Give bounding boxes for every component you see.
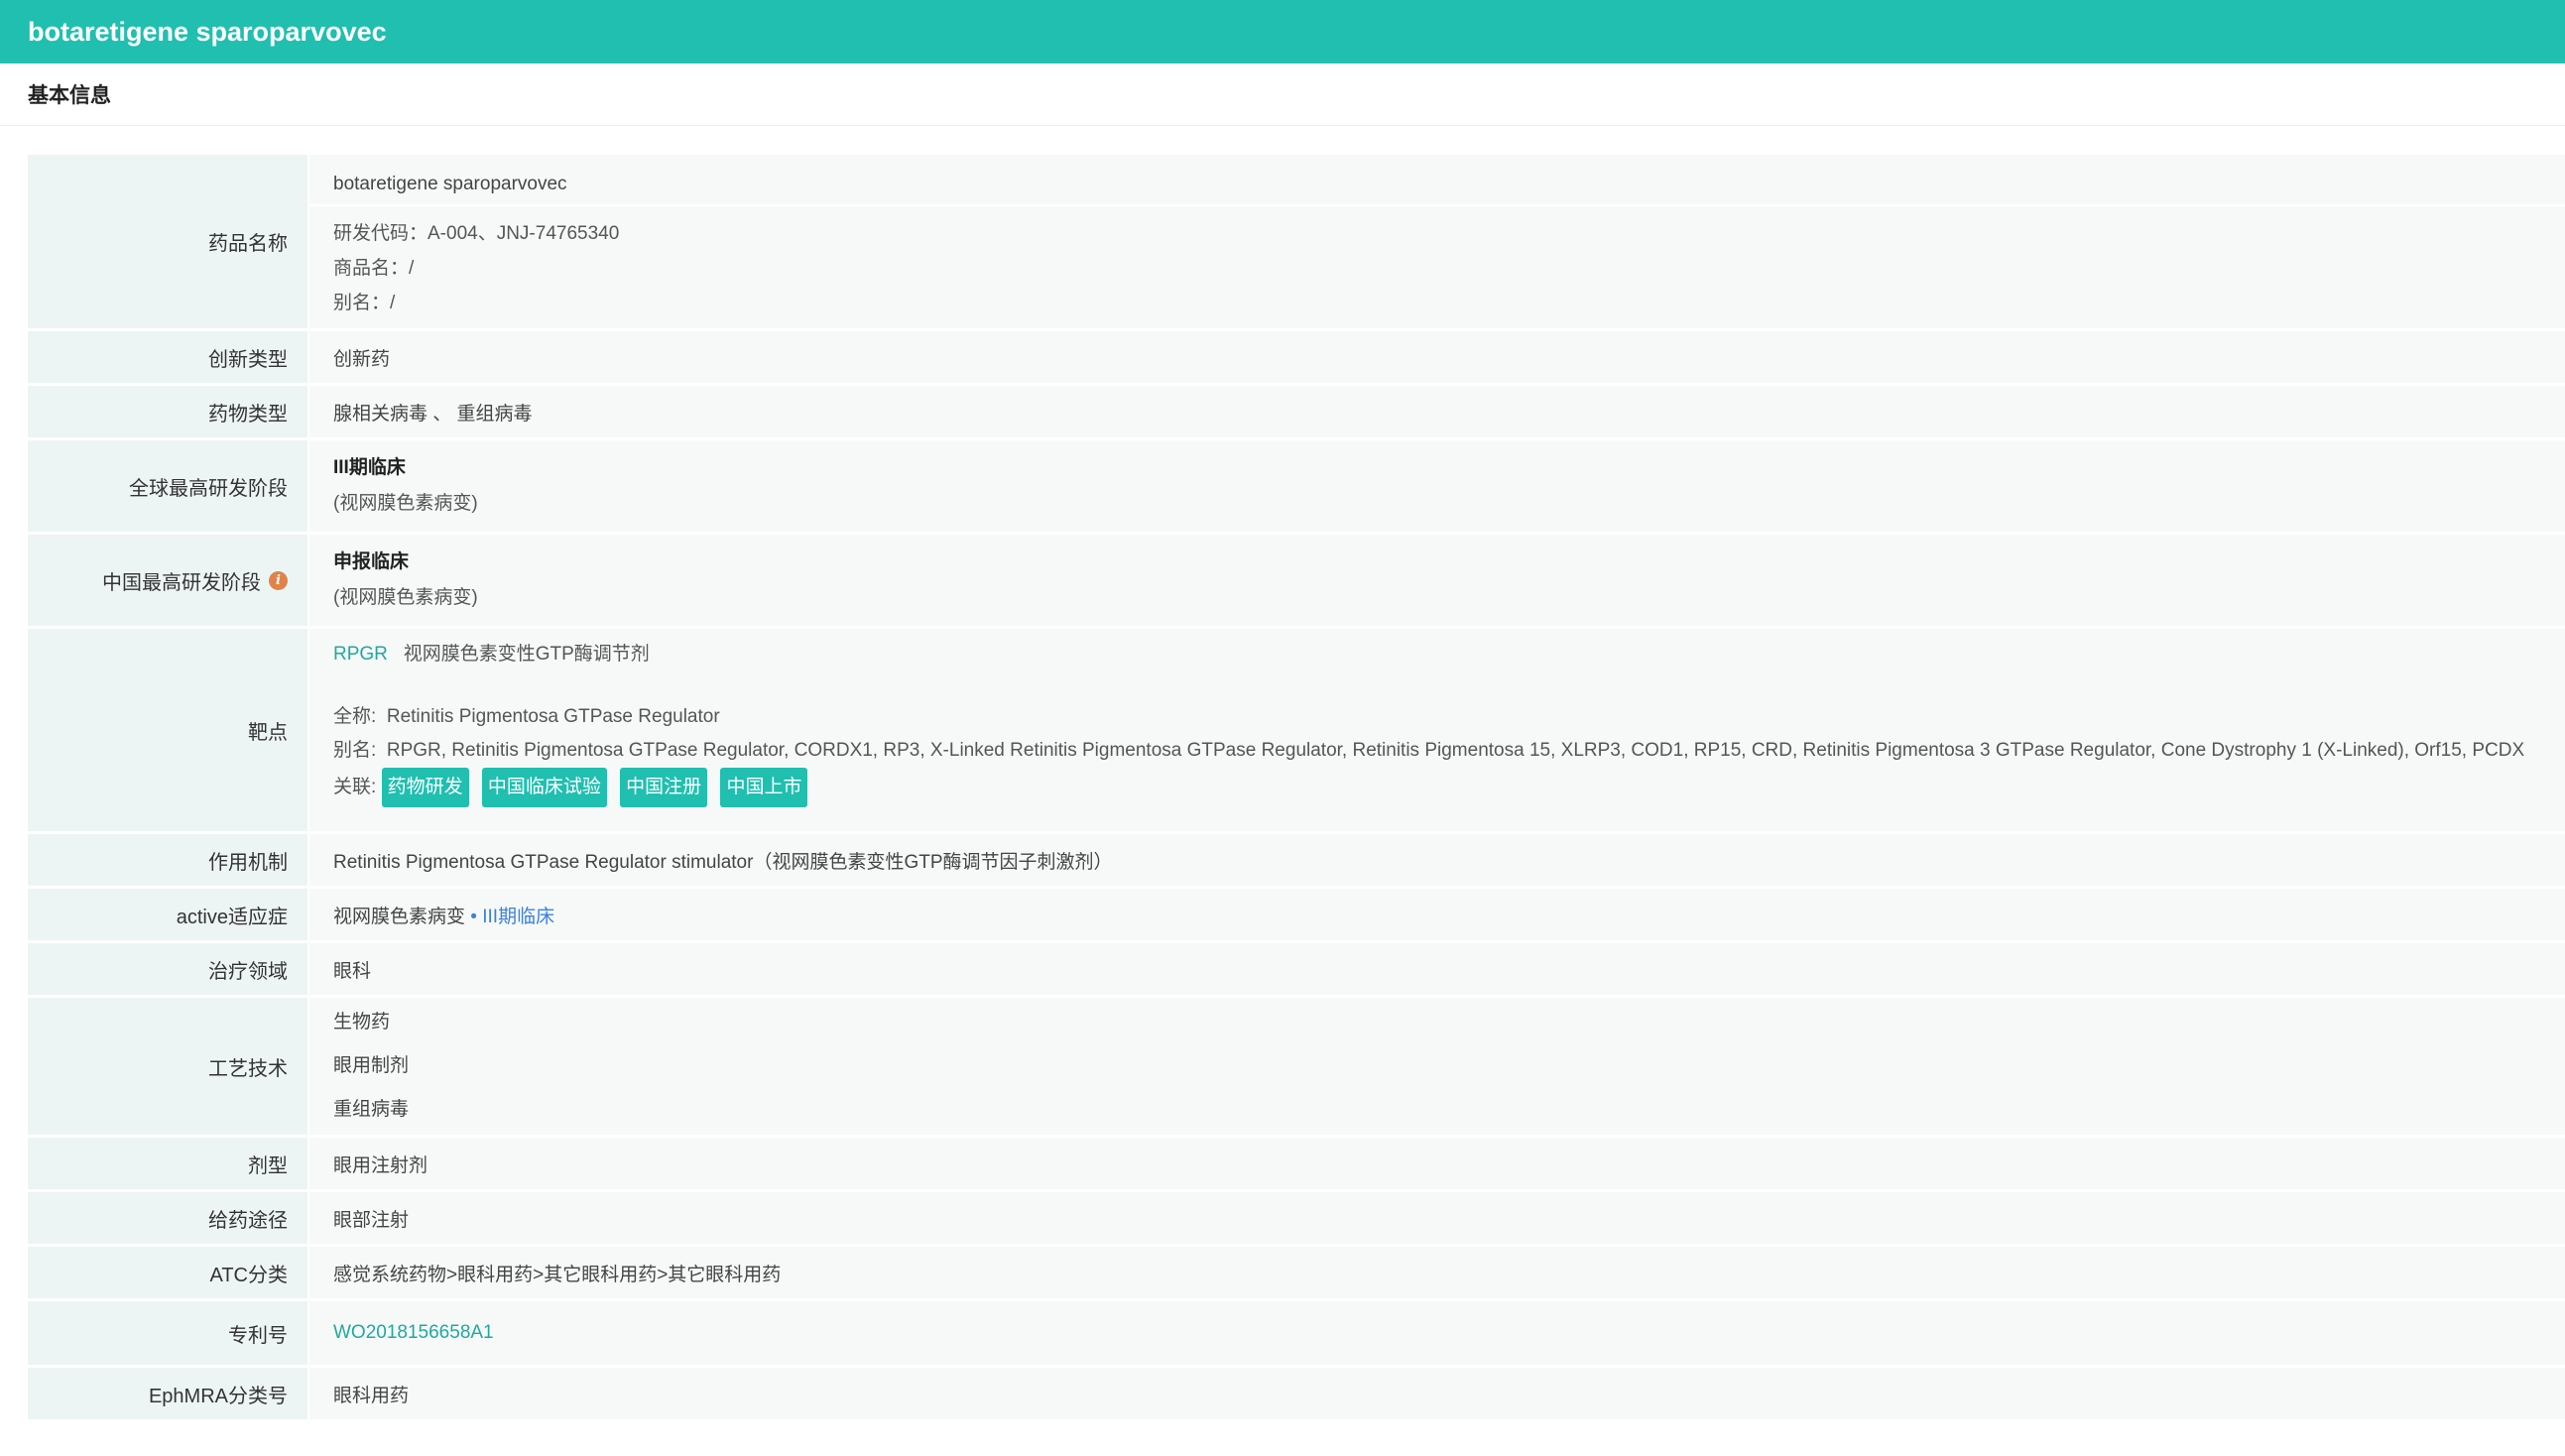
trade-name: 商品名：/ (333, 258, 415, 279)
row-active-indication: active适应症 视网膜色素病变 • III期临床 (28, 889, 2565, 940)
row-value: 感觉系统药物>眼科用药>其它眼科用药>其它眼科用药 (309, 1247, 2565, 1298)
row-value: 视网膜色素病变 • III期临床 (309, 889, 2565, 940)
row-label: 剂型 (28, 1138, 307, 1189)
row-value: 申报临床 (视网膜色素病变) (309, 535, 2565, 626)
row-ephmra: EphMRA分类号 眼科用药 (28, 1368, 2565, 1419)
row-label: 中国最高研发阶段 i (28, 535, 307, 626)
row-label: 全球最高研发阶段 (28, 440, 307, 532)
row-china-phase: 中国最高研发阶段 i 申报临床 (视网膜色素病变) (28, 535, 2565, 626)
tag-china-registration[interactable]: 中国注册 (620, 768, 708, 807)
row-value: 腺相关病毒 、 重组病毒 (309, 386, 2565, 437)
technology-item: 生物药 (333, 1012, 391, 1032)
row-value: III期临床 (视网膜色素病变) (309, 440, 2565, 532)
target-related: 关联: 药物研发 中国临床试验 中国注册 中国上市 (333, 768, 2565, 807)
row-label: EphMRA分类号 (28, 1368, 307, 1419)
target-symbol-link[interactable]: RPGR (333, 644, 388, 665)
row-target: 靶点 RPGR 视网膜色素变性GTP酶调节剂 全称: Retinitis Pig… (28, 629, 2565, 831)
row-label: 作用机制 (28, 834, 307, 886)
row-value: 眼科用药 (309, 1368, 2565, 1419)
info-icon[interactable]: i (269, 570, 288, 590)
target-fullname: 全称: Retinitis Pigmentosa GTPase Regulato… (333, 706, 720, 727)
drug-name-primary: botaretigene sparoparvovec (333, 174, 567, 194)
row-therapy-area: 治疗领域 眼科 (28, 943, 2565, 995)
indication-text: (视网膜色素病变) (333, 587, 478, 608)
target-alias: 别名: RPGR, Retinitis Pigmentosa GTPase Re… (333, 740, 2525, 761)
row-label: ATC分类 (28, 1247, 307, 1298)
row-label: 工艺技术 (28, 998, 307, 1135)
row-global-phase: 全球最高研发阶段 III期临床 (视网膜色素病变) (28, 440, 2565, 532)
phase-text: 申报临床 (333, 551, 410, 572)
row-value: 眼科 (309, 943, 2565, 995)
row-label: 治疗领域 (28, 943, 307, 995)
page-header: botaretigene sparoparvovec (0, 0, 2565, 63)
row-label: 药物类型 (28, 386, 307, 437)
row-value: 眼部注射 (309, 1192, 2565, 1244)
row-value: 创新药 (309, 331, 2565, 383)
row-value: botaretigene sparoparvovec 研发代码：A-004、JN… (309, 155, 2565, 328)
row-innovation: 创新类型 创新药 (28, 331, 2565, 383)
row-value: RPGR 视网膜色素变性GTP酶调节剂 全称: Retinitis Pigmen… (309, 629, 2565, 831)
row-label: 创新类型 (28, 331, 307, 383)
row-technology: 工艺技术 生物药 眼用制剂 重组病毒 (28, 998, 2565, 1135)
row-patent: 专利号 WO2018156658A1 (28, 1301, 2565, 1365)
row-label: 药品名称 (28, 155, 307, 328)
tag-china-clinical-trial[interactable]: 中国临床试验 (481, 768, 607, 807)
tag-china-market[interactable]: 中国上市 (720, 768, 808, 807)
indication-name: 视网膜色素病变 (333, 906, 466, 927)
row-route: 给药途径 眼部注射 (28, 1192, 2565, 1244)
info-table: 药品名称 botaretigene sparoparvovec 研发代码：A-0… (28, 155, 2565, 1422)
row-dosage-form: 剂型 眼用注射剂 (28, 1138, 2565, 1189)
technology-item: 眼用制剂 (333, 1055, 410, 1076)
tag-drug-research[interactable]: 药物研发 (381, 768, 469, 807)
row-value: WO2018156658A1 (309, 1301, 2565, 1365)
drug-title: botaretigene sparoparvovec (28, 16, 387, 47)
row-label: 给药途径 (28, 1192, 307, 1244)
row-label: 靶点 (28, 629, 307, 831)
row-label: 专利号 (28, 1301, 307, 1365)
technology-item: 重组病毒 (333, 1099, 410, 1120)
row-value: 眼用注射剂 (309, 1138, 2565, 1189)
phase-text: III期临床 (333, 457, 406, 478)
alias-name: 别名：/ (333, 293, 396, 313)
row-value: 生物药 眼用制剂 重组病毒 (309, 998, 2565, 1135)
row-drug-type: 药物类型 腺相关病毒 、 重组病毒 (28, 386, 2565, 437)
research-code: 研发代码：A-004、JNJ-74765340 (333, 223, 620, 244)
row-atc: ATC分类 感觉系统药物>眼科用药>其它眼科用药>其它眼科用药 (28, 1247, 2565, 1298)
indication-text: (视网膜色素病变) (333, 493, 478, 514)
row-label: active适应症 (28, 889, 307, 940)
row-drug-name: 药品名称 botaretigene sparoparvovec 研发代码：A-0… (28, 155, 2565, 328)
row-mechanism: 作用机制 Retinitis Pigmentosa GTPase Regulat… (28, 834, 2565, 886)
row-value: Retinitis Pigmentosa GTPase Regulator st… (309, 834, 2565, 886)
target-header: RPGR 视网膜色素变性GTP酶调节剂 (333, 639, 2565, 670)
indication-phase-link[interactable]: • III期临床 (470, 907, 554, 927)
target-symbol-desc: 视网膜色素变性GTP酶调节剂 (403, 644, 650, 665)
section-title: 基本信息 (0, 63, 2565, 126)
divider (309, 204, 2565, 206)
patent-link[interactable]: WO2018156658A1 (333, 1322, 2565, 1344)
